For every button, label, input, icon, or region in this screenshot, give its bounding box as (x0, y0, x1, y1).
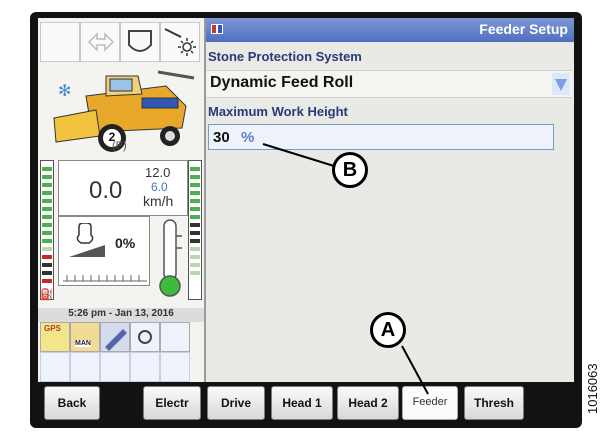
callout-b-label: B (342, 159, 358, 181)
callout-leader-lines (262, 143, 429, 395)
figure-id: 1016063 (585, 363, 600, 414)
figure-id-text: 1016063 (585, 363, 600, 414)
callout-a-label: A (380, 319, 396, 341)
callout-a: A (370, 312, 406, 348)
callout-b: B (332, 152, 368, 188)
